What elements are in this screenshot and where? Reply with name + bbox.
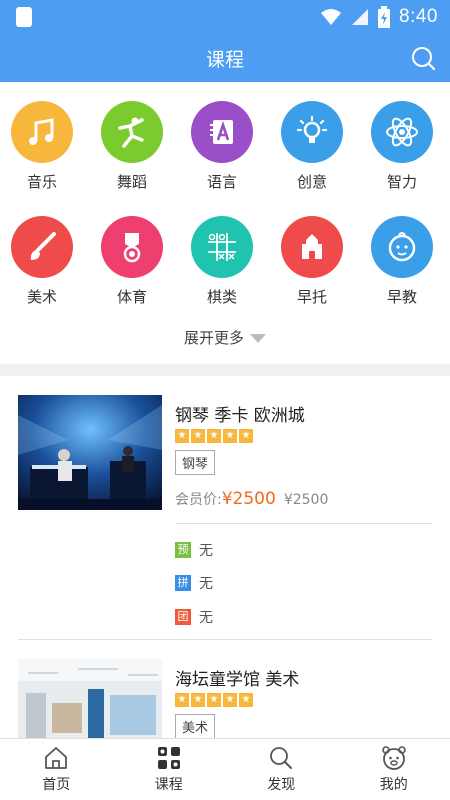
star-icon: ★ <box>175 693 189 707</box>
category-music[interactable]: 音乐 <box>2 101 82 192</box>
group-buy-badge: 拼 <box>175 575 191 591</box>
category-label: 早托 <box>296 288 327 306</box>
member-price: ¥2500 <box>221 489 276 509</box>
language-icon <box>191 101 253 163</box>
nav-label: 课程 <box>154 777 183 793</box>
status-bar: 8:40 <box>0 0 450 34</box>
category-label: 语言 <box>206 173 237 191</box>
triangle-down-icon <box>250 334 266 343</box>
nav-label: 首页 <box>42 777 71 793</box>
course-tag: 钢琴 <box>175 450 216 475</box>
music-icon <box>11 101 73 163</box>
tictactoe-icon <box>191 216 253 278</box>
nav-label: 发现 <box>267 777 296 793</box>
promo-group-buy: 拼 无 <box>175 573 213 593</box>
category-chess[interactable]: 棋类 <box>182 216 262 307</box>
sd-card-icon <box>16 7 32 27</box>
status-icons: 8:40 <box>319 4 438 30</box>
star-icon: ★ <box>223 429 237 443</box>
course-tag: 美术 <box>175 714 216 738</box>
course-thumbnail <box>18 659 162 738</box>
star-icon: ★ <box>207 429 221 443</box>
category-early-education[interactable]: 早教 <box>362 216 442 307</box>
team-badge: 团 <box>175 609 191 625</box>
category-label: 早教 <box>386 288 417 306</box>
nav-mine[interactable]: 我的 <box>338 739 450 800</box>
price-row: 会员价:¥2500 ¥2500 <box>175 489 328 509</box>
row-divider <box>18 639 432 640</box>
medal-icon <box>101 216 163 278</box>
lightbulb-icon <box>281 101 343 163</box>
original-price: ¥2500 <box>283 492 329 508</box>
discover-search-icon <box>270 747 293 769</box>
star-icon: ★ <box>191 693 205 707</box>
atom-icon <box>371 101 433 163</box>
school-icon <box>281 216 343 278</box>
category-dance[interactable]: 舞蹈 <box>92 101 172 192</box>
rating-stars: ★ ★ ★ ★ ★ <box>175 429 253 443</box>
star-icon: ★ <box>239 429 253 443</box>
course-thumbnail <box>18 395 162 510</box>
expand-more-label: 展开更多 <box>183 329 244 347</box>
promo-team: 团 无 <box>175 607 213 627</box>
category-language[interactable]: 语言 <box>182 101 262 192</box>
star-icon: ★ <box>191 429 205 443</box>
wifi-icon <box>321 9 342 25</box>
course-list: 钢琴 季卡 欧洲城 ★ ★ ★ ★ ★ 钢琴 会员价:¥2500 ¥2500 预 … <box>0 376 450 738</box>
home-icon <box>45 747 68 769</box>
signal-icon <box>352 9 369 25</box>
dance-icon <box>101 101 163 163</box>
category-label: 美术 <box>26 288 57 306</box>
courses-grid-icon <box>157 747 180 769</box>
nav-label: 我的 <box>379 777 408 793</box>
paintbrush-icon <box>11 216 73 278</box>
bottom-nav: 首页 课程 发现 我的 <box>0 738 450 800</box>
star-icon: ★ <box>223 693 237 707</box>
promo-value: 无 <box>199 610 213 626</box>
member-price-label: 会员价: <box>175 492 222 508</box>
category-label: 智力 <box>386 173 417 191</box>
promo-value: 无 <box>199 576 213 592</box>
star-icon: ★ <box>239 693 253 707</box>
star-icon: ★ <box>207 693 221 707</box>
course-card[interactable]: 钢琴 季卡 欧洲城 ★ ★ ★ ★ ★ 钢琴 会员价:¥2500 ¥2500 预 … <box>18 395 432 640</box>
category-art[interactable]: 美术 <box>2 216 82 307</box>
category-label: 舞蹈 <box>116 173 147 191</box>
clock: 8:40 <box>399 6 438 27</box>
category-grid: 音乐 舞蹈 语言 创意 智力 美术 体育 棋类 早托 早教 展开更多 <box>0 82 450 364</box>
page-title: 课程 <box>205 49 244 71</box>
nav-discover[interactable]: 发现 <box>225 739 338 800</box>
promo-value: 无 <box>199 543 213 559</box>
category-label: 音乐 <box>26 173 57 191</box>
course-title: 钢琴 季卡 欧洲城 <box>175 406 305 426</box>
promo-preorder: 预 无 <box>175 540 213 560</box>
nav-courses[interactable]: 课程 <box>113 739 226 800</box>
bear-profile-icon <box>381 746 406 770</box>
course-card[interactable]: 海坛童学馆 美术 ★ ★ ★ ★ ★ 美术 <box>18 659 432 738</box>
baby-face-icon <box>371 216 433 278</box>
course-title: 海坛童学馆 美术 <box>175 670 300 690</box>
category-creative[interactable]: 创意 <box>272 101 352 192</box>
search-icon[interactable] <box>410 45 436 71</box>
category-label: 体育 <box>116 288 147 306</box>
category-daycare[interactable]: 早托 <box>272 216 352 307</box>
expand-more-button[interactable]: 展开更多 <box>0 327 450 348</box>
section-divider <box>0 364 450 376</box>
star-icon: ★ <box>175 429 189 443</box>
preorder-badge: 预 <box>175 542 191 558</box>
category-label: 创意 <box>296 173 327 191</box>
header: 课程 <box>0 34 450 82</box>
divider <box>175 523 432 524</box>
category-sports[interactable]: 体育 <box>92 216 172 307</box>
category-intelligence[interactable]: 智力 <box>362 101 442 192</box>
category-label: 棋类 <box>206 288 237 306</box>
nav-home[interactable]: 首页 <box>0 739 113 800</box>
battery-icon <box>378 6 391 28</box>
rating-stars: ★ ★ ★ ★ ★ <box>175 693 253 707</box>
